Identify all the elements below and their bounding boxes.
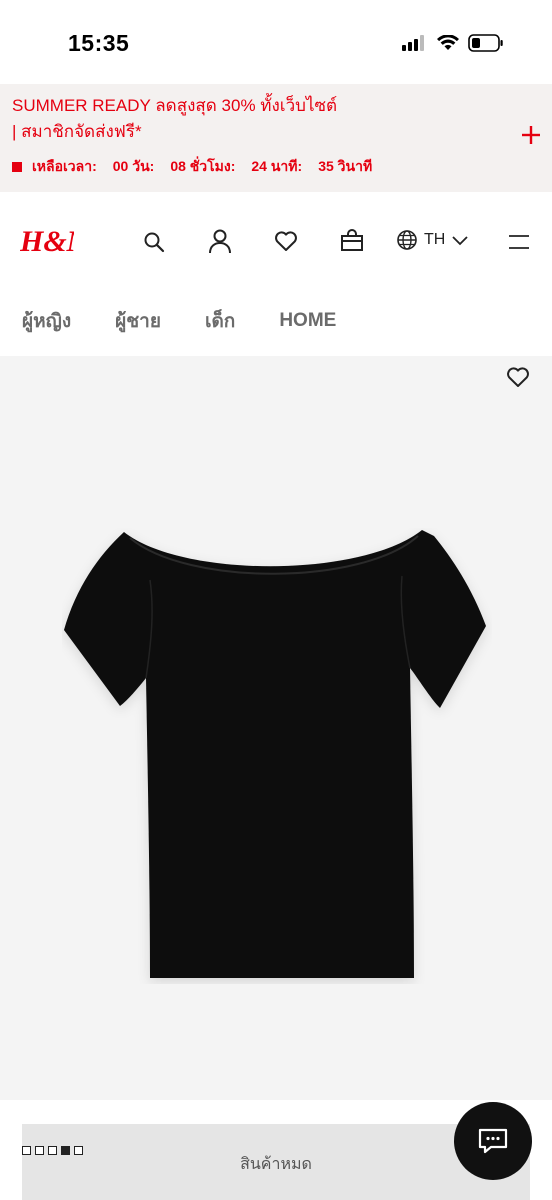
- account-icon: [209, 229, 231, 254]
- countdown-minutes: 24 นาที:: [251, 158, 303, 174]
- heart-icon: [507, 367, 529, 387]
- battery-icon: [468, 34, 503, 52]
- countdown-square-icon: [12, 162, 22, 172]
- promo-line-1: SUMMER READY ลดสูงสุด 30% ทั้งเว็บไซต์: [12, 96, 338, 115]
- product-image: [62, 528, 492, 989]
- status-icons: [402, 34, 504, 52]
- nav-item-women[interactable]: ผู้หญิง: [22, 306, 71, 336]
- gallery-dot[interactable]: [35, 1146, 44, 1155]
- account-button[interactable]: [206, 226, 234, 256]
- sold-out-label: สินค้าหมด: [240, 1156, 312, 1173]
- promo-expand-button[interactable]: [520, 124, 542, 151]
- favorites-button[interactable]: [272, 228, 300, 254]
- search-icon: [144, 232, 165, 253]
- heart-icon: [275, 231, 297, 251]
- nav-item-home[interactable]: HOME: [279, 310, 336, 332]
- search-button[interactable]: [140, 228, 168, 256]
- status-time: 15:35: [68, 30, 130, 56]
- category-nav: ผู้หญิง ผู้ชาย เด็ก HOME: [0, 290, 552, 352]
- bag-icon: [341, 229, 363, 251]
- gallery-dot-active[interactable]: [61, 1146, 70, 1155]
- cart-button[interactable]: [338, 226, 366, 254]
- nav-item-kids[interactable]: เด็ก: [205, 306, 235, 336]
- promo-line-2: | สมาชิกจัดส่งฟรี*: [12, 122, 142, 141]
- signal-icon: [402, 35, 424, 51]
- countdown-timer: เหลือเวลา: 00 วัน: 08 ชั่วโมง: 24 นาที: …: [12, 156, 378, 178]
- product-favorite-button[interactable]: [506, 366, 530, 393]
- nav-item-men[interactable]: ผู้ชาย: [115, 306, 161, 336]
- gallery-dot[interactable]: [48, 1146, 57, 1155]
- black-top-icon: [64, 530, 486, 978]
- countdown-label: เหลือเวลา:: [32, 158, 97, 174]
- logo-text: H&M: [20, 225, 74, 258]
- status-bar: 15:35: [0, 0, 552, 84]
- countdown-days: 00 วัน:: [112, 158, 155, 174]
- plus-icon: [522, 126, 540, 144]
- countdown-hours: 08 ชั่วโมง:: [170, 158, 236, 174]
- globe-icon: [397, 230, 417, 250]
- gallery-indicator: [22, 1146, 83, 1155]
- chat-icon: [478, 1128, 508, 1154]
- language-selector[interactable]: TH: [396, 229, 469, 251]
- chat-button[interactable]: [454, 1102, 532, 1180]
- hm-logo[interactable]: H&M: [19, 222, 95, 263]
- promo-text[interactable]: SUMMER READY ลดสูงสุด 30% ทั้งเว็บไซต์ |…: [12, 93, 482, 145]
- wifi-icon: [437, 35, 459, 50]
- language-code: TH: [424, 231, 446, 248]
- countdown-seconds: 35 วินาที: [318, 158, 373, 174]
- gallery-dot[interactable]: [22, 1146, 31, 1155]
- menu-button[interactable]: [506, 230, 532, 252]
- chevron-down-icon: [452, 236, 468, 246]
- gallery-dot[interactable]: [74, 1146, 83, 1155]
- menu-icon: [509, 235, 529, 249]
